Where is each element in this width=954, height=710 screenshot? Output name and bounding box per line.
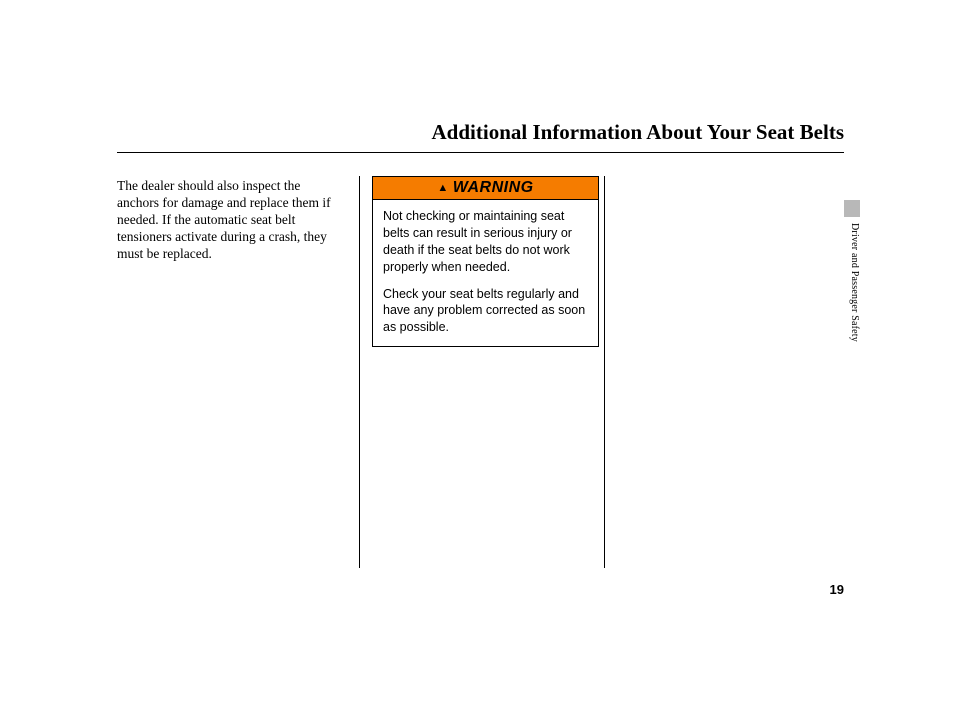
warning-icon: ▲ <box>437 182 448 194</box>
warning-paragraph-1: Not checking or maintaining seat belts c… <box>383 208 588 276</box>
body-paragraph: The dealer should also inspect the ancho… <box>117 178 342 262</box>
warning-box: ▲ WARNING Not checking or maintaining sea… <box>372 176 599 347</box>
column-separator <box>359 176 360 568</box>
warning-header: ▲ WARNING <box>373 177 598 200</box>
section-tab-marker <box>844 200 860 217</box>
warning-label: WARNING <box>453 179 534 196</box>
page-number: 19 <box>830 582 844 597</box>
section-side-label: Driver and Passenger Safety <box>846 223 860 403</box>
warning-body: Not checking or maintaining seat belts c… <box>373 200 598 346</box>
page-title: Additional Information About Your Seat B… <box>432 120 844 145</box>
title-rule <box>117 152 844 153</box>
warning-paragraph-2: Check your seat belts regularly and have… <box>383 286 588 337</box>
column-separator <box>604 176 605 568</box>
